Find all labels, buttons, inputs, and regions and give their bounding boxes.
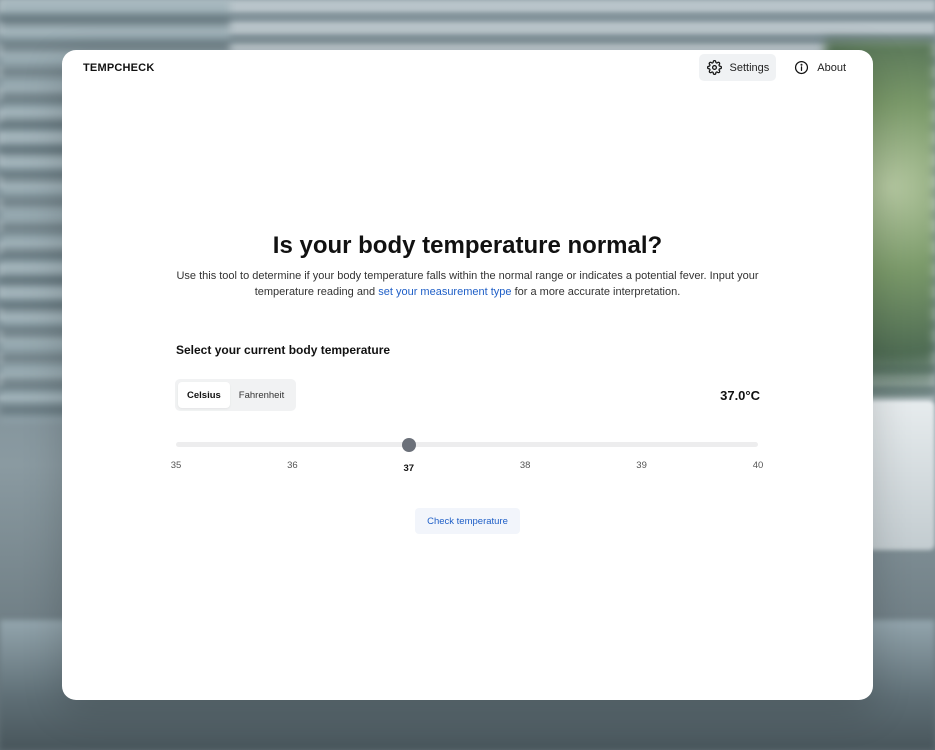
page-title: Is your body temperature normal?: [272, 232, 663, 259]
slider-tick-label: 39: [636, 460, 647, 471]
slider-tick-label: 40: [752, 460, 764, 471]
gear-icon: [706, 60, 722, 75]
check-temperature-button[interactable]: Check temperature: [415, 508, 520, 534]
slider-tick-label: 36: [287, 460, 298, 471]
settings-label: Settings: [729, 61, 770, 74]
celsius-toggle[interactable]: Celsius: [178, 382, 230, 408]
top-nav: Settings About: [698, 54, 854, 81]
slider-tick-label: 37: [403, 463, 415, 474]
temperature-slider-thumb[interactable]: [401, 438, 416, 452]
description-text-end: for a more accurate interpretation.: [511, 286, 681, 298]
settings-button[interactable]: Settings: [698, 54, 777, 81]
about-button[interactable]: About: [786, 54, 853, 81]
unit-toggle: Celsius Fahrenheit: [175, 379, 297, 411]
info-icon: [794, 60, 809, 75]
temperature-slider-track[interactable]: [176, 442, 758, 447]
temperature-section-label: Select your current body temperature: [176, 343, 391, 357]
about-label: About: [817, 61, 846, 74]
main-card: TEMPCHECK Settings About Is your body te…: [62, 50, 873, 700]
slider-tick-label: 35: [170, 460, 182, 471]
measurement-type-link[interactable]: set your measurement type: [378, 286, 511, 298]
page-description: Use this tool to determine if your body …: [170, 268, 765, 300]
temperature-readout: 37.0°C: [720, 388, 760, 403]
brand-logo[interactable]: TEMPCHECK: [83, 62, 154, 74]
slider-tick-label: 38: [519, 460, 531, 471]
fahrenheit-toggle[interactable]: Fahrenheit: [230, 382, 293, 408]
